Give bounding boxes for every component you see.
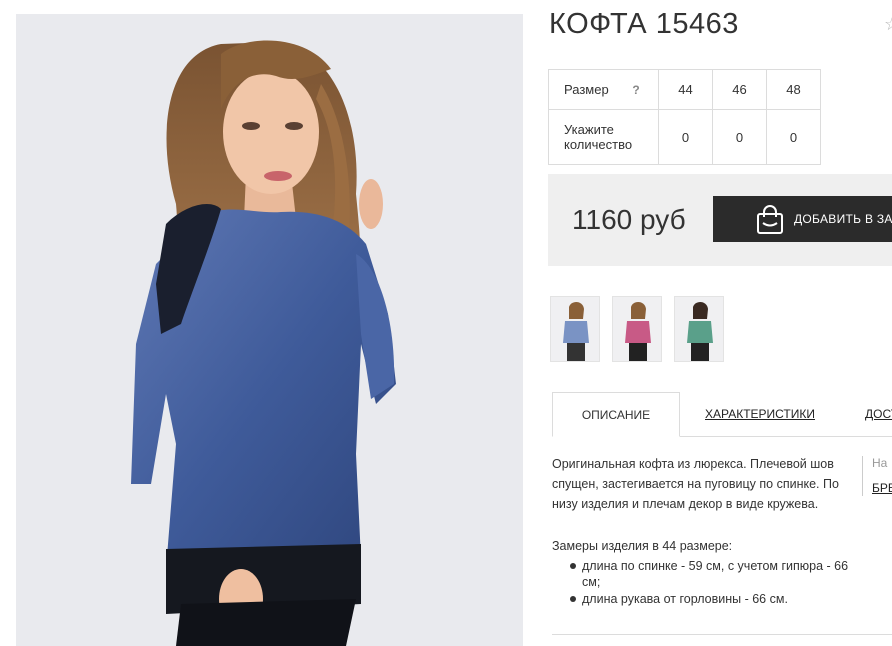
quantity-label-line2: количество <box>564 137 633 152</box>
thumbnail-pink-image <box>625 301 651 361</box>
bottom-divider <box>552 634 892 635</box>
size-label-cell: Размер ? <box>548 69 659 110</box>
thumbnail-green-image <box>687 301 713 361</box>
quantity-label-cell: Укажите количество <box>548 109 659 165</box>
product-tabs: ОПИСАНИЕ ХАРАКТЕРИСТИКИ ДОСТ <box>552 392 892 437</box>
add-to-cart-button[interactable]: ДОБАВИТЬ В ЗА <box>713 196 892 242</box>
quantity-label-line1: Укажите <box>564 122 614 137</box>
star-icon[interactable]: ☆ <box>884 14 892 35</box>
list-item: длина по спинке - 59 см, с учетом гипюра… <box>552 558 852 590</box>
measurements-title: Замеры изделия в 44 размере: <box>552 539 733 553</box>
price-value: 1160 руб <box>572 204 686 235</box>
size-46: 46 <box>712 69 767 110</box>
thumbnail-pink[interactable] <box>612 296 662 362</box>
size-44: 44 <box>658 69 713 110</box>
tab-delivery[interactable]: ДОСТ <box>865 392 892 437</box>
model-illustration <box>131 40 396 646</box>
product-main-photo[interactable] <box>16 14 523 646</box>
thumbnail-blue-image <box>563 301 589 361</box>
list-item: длина рукава от горловины - 66 см. <box>552 591 852 607</box>
quantity-input-48[interactable]: 0 <box>766 109 821 165</box>
side-link[interactable]: БРЕ <box>872 481 892 495</box>
quantity-input-46[interactable]: 0 <box>712 109 767 165</box>
tab-description[interactable]: ОПИСАНИЕ <box>552 392 680 437</box>
measurements-list: длина по спинке - 59 см, с учетом гипюра… <box>552 558 852 608</box>
thumbnail-blue[interactable] <box>550 296 600 362</box>
quantity-input-44[interactable]: 0 <box>658 109 713 165</box>
size-table: Размер ? 44 46 48 Укажите количество 0 0… <box>548 69 821 165</box>
price-panel: 1160 руб ДОБАВИТЬ В ЗА <box>548 174 892 266</box>
tab-characteristics[interactable]: ХАРАКТЕРИСТИКИ <box>705 392 815 437</box>
size-48: 48 <box>766 69 821 110</box>
product-title: КОФТА 15463 <box>549 8 739 40</box>
thumbnail-green[interactable] <box>674 296 724 362</box>
add-to-cart-label: ДОБАВИТЬ В ЗА <box>794 212 892 226</box>
description-text: Оригинальная кофта из люрекса. Плечевой … <box>552 457 839 511</box>
side-divider <box>862 456 863 496</box>
side-text: На <box>872 456 888 470</box>
size-label: Размер <box>564 82 609 97</box>
size-help-icon[interactable]: ? <box>632 83 639 97</box>
shopping-bag-icon <box>757 205 783 234</box>
